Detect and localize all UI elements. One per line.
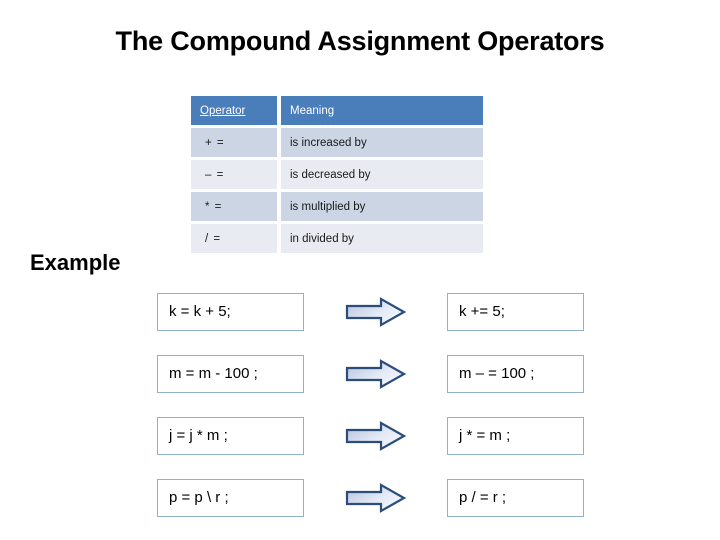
cell-operator: + = (191, 128, 277, 157)
page-title: The Compound Assignment Operators (115, 26, 605, 56)
column-header-meaning-label: Meaning (290, 104, 335, 117)
example-row: p = p \ r ; p / = r ; (0, 479, 720, 517)
column-header-operator-label: Operator (200, 104, 246, 117)
cell-operator: – = (191, 160, 277, 189)
cell-meaning: is decreased by (281, 160, 483, 189)
table-row: – = is decreased by (191, 160, 483, 189)
expression-before: k = k + 5; (157, 293, 304, 331)
example-row: k = k + 5; k += 5; (0, 293, 720, 331)
expression-after: j * = m ; (447, 417, 584, 455)
cell-operator: / = (191, 224, 277, 253)
operator-meaning-table: Operator Meaning + = is increased by – =… (191, 96, 483, 253)
expression-after: k += 5; (447, 293, 584, 331)
right-arrow-icon (345, 483, 407, 513)
right-arrow-icon (345, 421, 407, 451)
column-header-operator: Operator (191, 96, 277, 125)
table-header-row: Operator Meaning (191, 96, 483, 125)
table-row: * = is multiplied by (191, 192, 483, 221)
cell-meaning: is increased by (281, 128, 483, 157)
expression-before: p = p \ r ; (157, 479, 304, 517)
cell-meaning: in divided by (281, 224, 483, 253)
example-row: m = m - 100 ; m – = 100 ; (0, 355, 720, 393)
right-arrow-icon (345, 297, 407, 327)
example-row: j = j * m ; j * = m ; (0, 417, 720, 455)
expression-before: j = j * m ; (157, 417, 304, 455)
expression-after: m – = 100 ; (447, 355, 584, 393)
cell-operator: * = (191, 192, 277, 221)
expression-before: m = m - 100 ; (157, 355, 304, 393)
table-row: + = is increased by (191, 128, 483, 157)
expression-after: p / = r ; (447, 479, 584, 517)
cell-meaning: is multiplied by (281, 192, 483, 221)
column-header-meaning: Meaning (281, 96, 483, 125)
table-row: / = in divided by (191, 224, 483, 253)
right-arrow-icon (345, 359, 407, 389)
example-heading: Example (30, 250, 121, 275)
